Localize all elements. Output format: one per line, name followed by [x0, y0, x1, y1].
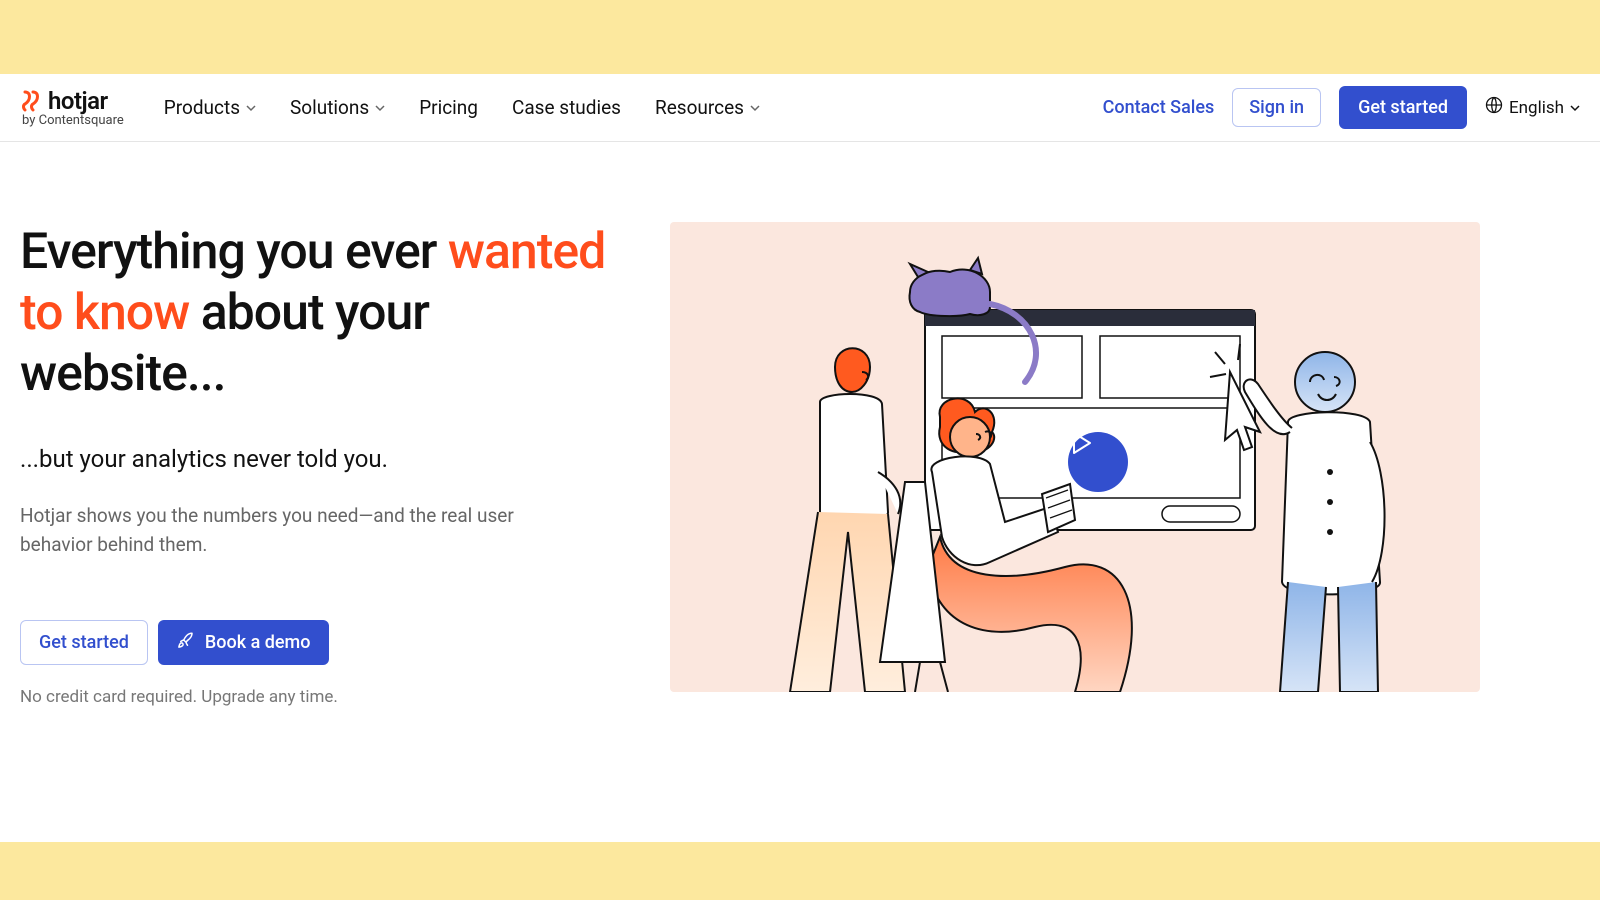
hero-cta-row: Get started Book a demo	[20, 620, 630, 665]
nav-item-label: Pricing	[419, 96, 478, 119]
hero-get-started-button[interactable]: Get started	[20, 620, 148, 665]
chevron-down-icon	[246, 103, 256, 113]
brand-subtitle: by Contentsquare	[22, 113, 124, 128]
language-label: English	[1509, 98, 1564, 118]
nav-item-case-studies[interactable]: Case studies	[512, 96, 621, 119]
brand-name: hotjar	[48, 87, 108, 115]
nav-item-label: Products	[164, 96, 240, 119]
chevron-down-icon	[750, 103, 760, 113]
nav-item-label: Solutions	[290, 96, 369, 119]
hotjar-logo-icon	[20, 90, 42, 112]
nav-menu: Products Solutions Pricing Case studies …	[164, 96, 760, 119]
hero-text-column: Everything you ever wanted to know about…	[20, 222, 630, 707]
nav-item-solutions[interactable]: Solutions	[290, 96, 385, 119]
nav-item-pricing[interactable]: Pricing	[419, 96, 478, 119]
hero-headline: Everything you ever wanted to know about…	[20, 222, 630, 405]
hero-footnote: No credit card required. Upgrade any tim…	[20, 687, 630, 707]
contact-sales-link[interactable]: Contact Sales	[1103, 97, 1215, 118]
hero-book-demo-label: Book a demo	[205, 632, 311, 653]
sign-in-button[interactable]: Sign in	[1232, 88, 1321, 127]
language-selector[interactable]: English	[1485, 96, 1580, 119]
nav-item-products[interactable]: Products	[164, 96, 256, 119]
nav-item-label: Case studies	[512, 96, 621, 119]
top-banner	[0, 0, 1600, 74]
globe-icon	[1485, 96, 1503, 119]
hero-headline-pre: Everything you ever	[20, 223, 448, 281]
main-nav: hotjar by Contentsquare Products Solutio…	[0, 74, 1600, 142]
hero-illustration	[670, 222, 1480, 692]
hero-book-demo-button[interactable]: Book a demo	[158, 620, 330, 665]
hero-section: Everything you ever wanted to know about…	[0, 142, 1600, 707]
hero-illustration-column	[670, 222, 1580, 707]
nav-item-label: Resources	[655, 96, 744, 119]
play-video-button[interactable]	[1068, 432, 1128, 492]
brand-logo[interactable]: hotjar by Contentsquare	[20, 87, 124, 128]
hero-description: Hotjar shows you the numbers you need—an…	[20, 501, 560, 560]
chevron-down-icon	[375, 103, 385, 113]
get-started-button[interactable]: Get started	[1339, 86, 1467, 129]
bottom-banner	[0, 842, 1600, 900]
chevron-down-icon	[1570, 103, 1580, 113]
nav-right-actions: Contact Sales Sign in Get started Englis…	[1103, 86, 1580, 129]
nav-item-resources[interactable]: Resources	[655, 96, 760, 119]
rocket-icon	[177, 631, 195, 654]
hero-subhead: ...but your analytics never told you.	[20, 445, 630, 473]
